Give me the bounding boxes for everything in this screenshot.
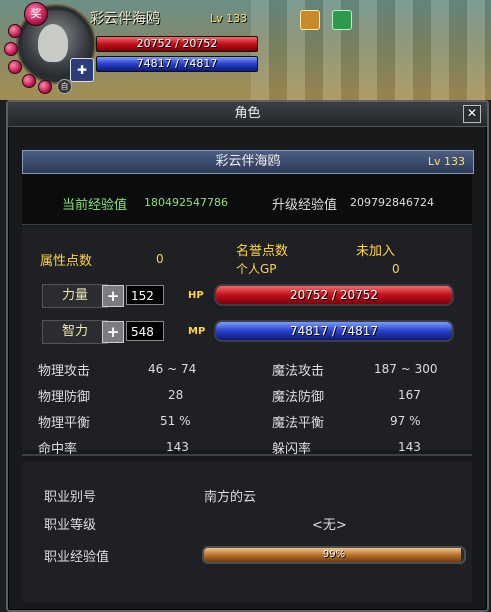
mp-bar: 74817 / 74817 (214, 320, 454, 342)
hp-label: HP (188, 290, 204, 301)
stat-label: 魔法攻击 (272, 364, 325, 379)
job-level-value: <无> (312, 518, 347, 533)
profile-name: 彩云伴海鸥 (215, 154, 281, 169)
status-gem-icon[interactable] (38, 80, 52, 94)
stat-label: 物理平衡 (38, 416, 91, 431)
stat-value: 143 (166, 440, 189, 454)
intelligence-label: 智力 (42, 320, 108, 344)
stat-value: 97 % (390, 414, 421, 428)
auto-badge-icon[interactable]: 自 (57, 79, 72, 94)
job-exp-bar: 99% (202, 546, 466, 564)
job-alias-value: 南方的云 (204, 490, 257, 505)
job-panel: 职业别号 南方的云 职业等级 <无> 职业经验值 99% (22, 462, 472, 602)
stat-label: 物理防御 (38, 390, 91, 405)
window-title-bar[interactable]: 角色 ✕ (8, 102, 487, 127)
add-strength-button[interactable]: + (102, 285, 124, 307)
divider (22, 454, 472, 456)
next-exp-value: 209792846724 (350, 196, 434, 209)
mp-label: MP (188, 326, 206, 337)
status-gem-icon[interactable] (4, 42, 18, 56)
personal-gp-value: 0 (392, 262, 400, 276)
guild-shield-icon[interactable]: ✚ (70, 58, 94, 82)
attributes-panel: 属性点数 0 名誉点数 未加入 个人GP 0 力量 + 152 HP 20752… (22, 226, 472, 457)
job-alias-label: 职业别号 (44, 490, 97, 505)
stat-value: 143 (398, 440, 421, 454)
stat-label: 物理攻击 (38, 364, 91, 379)
strength-value: 152 (126, 285, 164, 305)
attribute-points-label: 属性点数 (40, 254, 93, 269)
honor-points-value: 未加入 (356, 244, 396, 259)
character-window: 角色 ✕ 彩云伴海鸥 Lv 133 当前经验值 180492547786 升级经… (6, 100, 489, 612)
hp-bar: 20752 / 20752 (214, 284, 454, 306)
profile-level: Lv 133 (427, 155, 465, 168)
add-intelligence-button[interactable]: + (102, 321, 124, 343)
hud-hp-bar: 20752 / 20752 (96, 36, 258, 52)
stat-label: 魔法平衡 (272, 416, 325, 431)
stat-value: 51 % (160, 414, 191, 428)
strength-label: 力量 (42, 284, 108, 308)
experience-box: 当前经验值 180492547786 升级经验值 209792846724 (22, 174, 472, 225)
stat-value: 187 ~ 300 (374, 362, 438, 376)
next-exp-label: 升级经验值 (272, 198, 338, 213)
skill-book-icon[interactable] (332, 10, 352, 30)
hud-mp-bar: 74817 / 74817 (96, 56, 258, 72)
job-level-label: 职业等级 (44, 518, 97, 533)
stat-value: 28 (168, 388, 184, 402)
status-gem-icon[interactable] (8, 60, 22, 74)
current-exp-value: 180492547786 (144, 196, 228, 209)
personal-gp-label: 个人GP (236, 262, 277, 276)
hud-level: Lv 133 (210, 12, 248, 25)
intelligence-value: 548 (126, 321, 164, 341)
stat-value: 167 (398, 388, 421, 402)
current-exp-label: 当前经验值 (62, 198, 128, 213)
portrait-face (38, 24, 68, 62)
stat-value: 46 ~ 74 (148, 362, 197, 376)
hud-character-name: 彩云伴海鸥 (90, 11, 160, 27)
stat-label: 魔法防御 (272, 390, 325, 405)
status-gem-icon[interactable] (8, 24, 22, 38)
status-gem-icon[interactable] (22, 74, 36, 88)
close-icon[interactable]: ✕ (463, 105, 481, 123)
attribute-points-value: 0 (156, 252, 164, 266)
shop-icon[interactable] (300, 10, 320, 30)
job-exp-label: 职业经验值 (44, 550, 110, 565)
window-title: 角色 (234, 106, 261, 121)
honor-points-label: 名誉点数 (236, 244, 289, 259)
buff-icon[interactable]: 奖 (24, 2, 48, 26)
job-exp-text: 99% (322, 549, 346, 560)
profile-name-bar: 彩云伴海鸥 Lv 133 (22, 150, 474, 174)
